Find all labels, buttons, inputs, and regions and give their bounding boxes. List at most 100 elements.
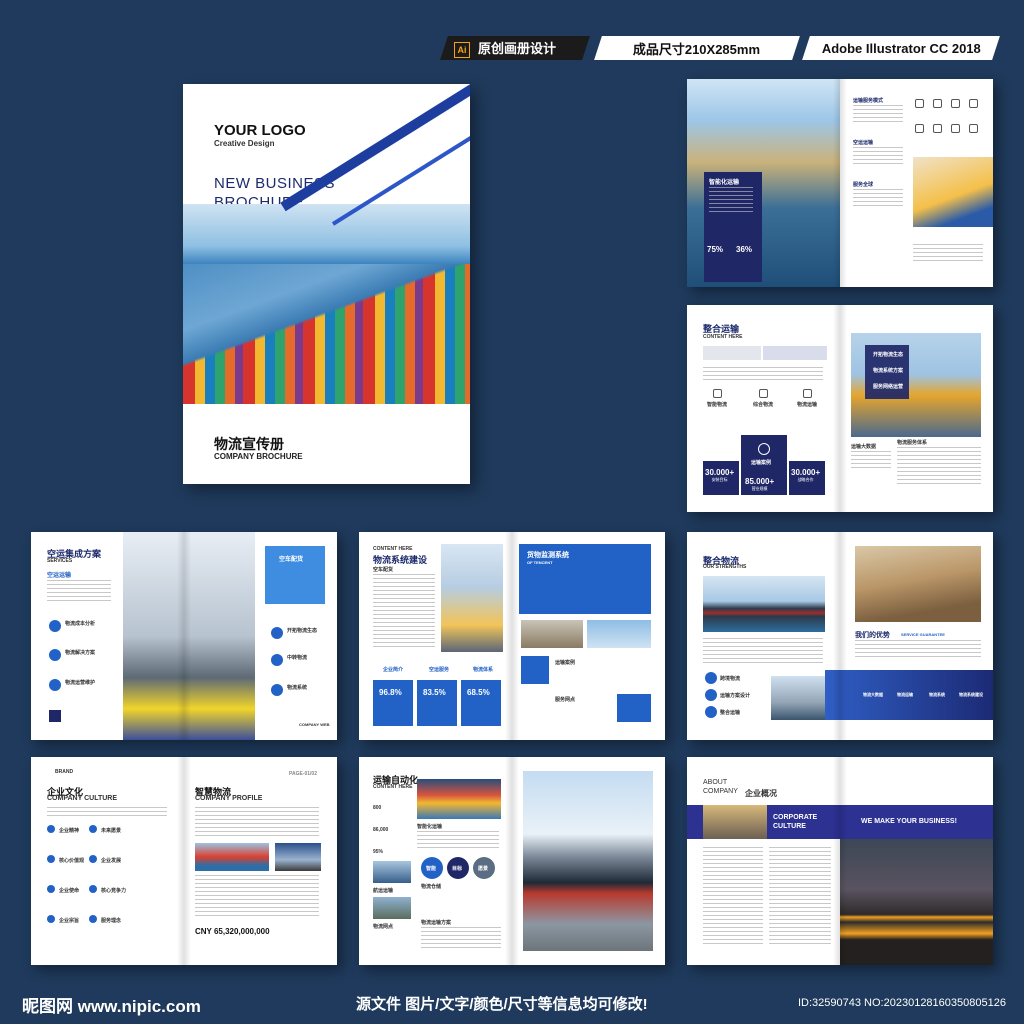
spread2-stat-1-label: 安装目标: [711, 477, 728, 482]
spread3-fold: [177, 532, 191, 740]
spread5-advantage-sub: SERVICE GUARANTEE: [901, 632, 945, 637]
spread4-airplane-image-2: [587, 620, 651, 648]
spread6-profile-text: [195, 807, 319, 837]
spread2-stat-3-value: 30.000+: [791, 468, 821, 477]
cover-cn-title: 物流宣传册: [214, 436, 284, 452]
spread7-thumb-1: [373, 861, 411, 883]
spread6-page: PAGE-01/02: [289, 771, 317, 777]
qr-code-icon: [49, 710, 61, 722]
illustrator-icon: Ai: [454, 42, 470, 58]
spread-2: 整合运输 CONTENT HERE 智能物流 综合物流 物流运输 运输案例 30…: [687, 305, 993, 512]
spread6-sub2: COMPANY PROFILE: [195, 795, 263, 802]
spread3-item-2: 物流解决方案: [65, 650, 96, 656]
spread8-fold: [833, 757, 847, 965]
spread2-banner-1: [703, 346, 761, 360]
spread1-side-2: 空运运输: [853, 140, 874, 146]
location-icon: [271, 654, 283, 666]
star-icon: [47, 825, 55, 833]
spread3-footer: COMPANY WEB: [299, 722, 330, 727]
spread5-advantage: 我们的优势: [855, 632, 890, 639]
spread6-ship-image: [195, 843, 269, 871]
spread8-bar-left-2: CULTURE: [773, 823, 806, 830]
spread8-road-truck-image: [840, 839, 993, 965]
spread3-right-item-2: 中转物流: [287, 655, 308, 661]
link-icon: [271, 627, 283, 639]
spread2-sub: CONTENT HERE: [703, 334, 743, 340]
spread2-stat-1-value: 30.000+: [705, 468, 735, 477]
target-icon: [47, 915, 55, 923]
spread6-money: CNY 65,320,000,000: [195, 927, 270, 936]
spread3-intro-text: [47, 580, 111, 604]
spread7-item-2: 物流网点: [373, 924, 394, 930]
spread4-sub: CONTENT HERE: [373, 546, 413, 552]
spread2-stat-2-label: 营业规模: [751, 486, 768, 491]
gear-icon: [271, 684, 283, 696]
spread7-item-1: 航运运输: [373, 888, 394, 894]
spread1-side-1: 运输服务模式: [853, 98, 884, 104]
spread-8: ABOUT COMPANY 企业概况 CORPORATE CULTURE WE …: [687, 757, 993, 965]
spread5-advantage-text: [855, 640, 981, 658]
spread1-side-3: 服务全球: [853, 182, 874, 188]
route-icon: [705, 689, 717, 701]
grid-icon: [933, 124, 942, 133]
wrench-icon: [49, 679, 61, 691]
headset-icon: [803, 389, 812, 398]
spread7-item-3: 物流仓储: [421, 884, 442, 890]
spread-4: CONTENT HERE 物流系统建设 空车配货 企业简介 空运服务 物流体系 …: [359, 532, 665, 740]
spread7-container-ship-image: [417, 779, 501, 819]
monitor-icon: [759, 389, 768, 398]
spread1-box-text: [709, 187, 753, 215]
spread6-sub: COMPANY CULTURE: [47, 795, 117, 802]
eye-icon: [89, 825, 97, 833]
spread-1: 智能化运输 75% 36% 运输服务模式 空运运输 服务全球: [687, 79, 993, 287]
handshake-icon: [89, 915, 97, 923]
spread4-case-sub: 服务网点: [555, 697, 576, 703]
spread6-left-item-2: 核心价值观: [59, 858, 85, 864]
spread7-side-text: [417, 831, 499, 849]
spread4-label-1: 空车配货: [373, 567, 394, 573]
spread6-profile-text-2: [195, 875, 319, 919]
spread5-list-2: 运输方案设计: [720, 693, 751, 699]
globe-icon: [705, 672, 717, 684]
calculator-icon: [49, 620, 61, 632]
spread7-bottom-text: [421, 927, 501, 949]
spread8-text-1: [703, 847, 763, 947]
spread2-bullet-3: 服务网络运营: [873, 384, 904, 390]
footer-id: ID:32590743 NO:20230128160350805126: [798, 997, 1006, 1009]
design-badge-label: 原创画册设计: [478, 41, 557, 56]
heart-icon: [47, 855, 55, 863]
spread5-train-image: [855, 546, 981, 622]
spread2-text: [703, 367, 823, 381]
spread6-right-item-3: 核心竞争力: [101, 888, 127, 894]
design-badge: Ai 原创画册设计: [440, 36, 590, 60]
spread7-circle-label-2: 目标: [452, 866, 463, 872]
spread8-bar-left-1: CORPORATE: [773, 814, 818, 821]
spread4-text: [373, 574, 435, 650]
spread2-stat-1: 30.000+ 安装目标: [705, 468, 734, 483]
spread1-side-text-2: [853, 147, 903, 167]
software-badge-label: Adobe Illustrator CC 2018: [821, 40, 981, 56]
spread3-blue-label: 空运运输: [47, 573, 72, 579]
spread6-left-item-4: 企业宗旨: [59, 918, 80, 924]
cover-sky-image: [183, 204, 470, 264]
spread3-right-item-1: 开拓物流生态: [287, 628, 318, 634]
spread1-worker-image: [913, 157, 993, 227]
spread5-crane-image: [771, 676, 827, 720]
rocket-icon: [617, 694, 651, 722]
grid-icon: [951, 124, 960, 133]
spread7-bottom: 物流运输方案: [421, 920, 452, 926]
spread4-tag-2: 空运服务: [429, 667, 450, 673]
spread7-ship-plane-image: [523, 771, 653, 951]
spread2-bottom-1: 运输大数据: [851, 444, 877, 450]
spread5-list-3: 整合运输: [720, 710, 741, 716]
spread5-list-1: 跨境物流: [720, 676, 741, 682]
chart-icon: [89, 855, 97, 863]
spread1-stat-2: 36%: [736, 245, 753, 254]
spread-5: 整合物流 OUR STRENGTHS 跨境物流 运输方案设计 整合运输 我们的优…: [687, 532, 993, 740]
spread7-sub: CONTENT HERE: [373, 784, 413, 790]
grid-icon: [969, 124, 978, 133]
gear-icon: [758, 443, 770, 455]
spread6-plane-image: [275, 843, 321, 871]
spread4-stat-2: 83.5%: [423, 688, 446, 697]
grid-icon: [933, 99, 942, 108]
